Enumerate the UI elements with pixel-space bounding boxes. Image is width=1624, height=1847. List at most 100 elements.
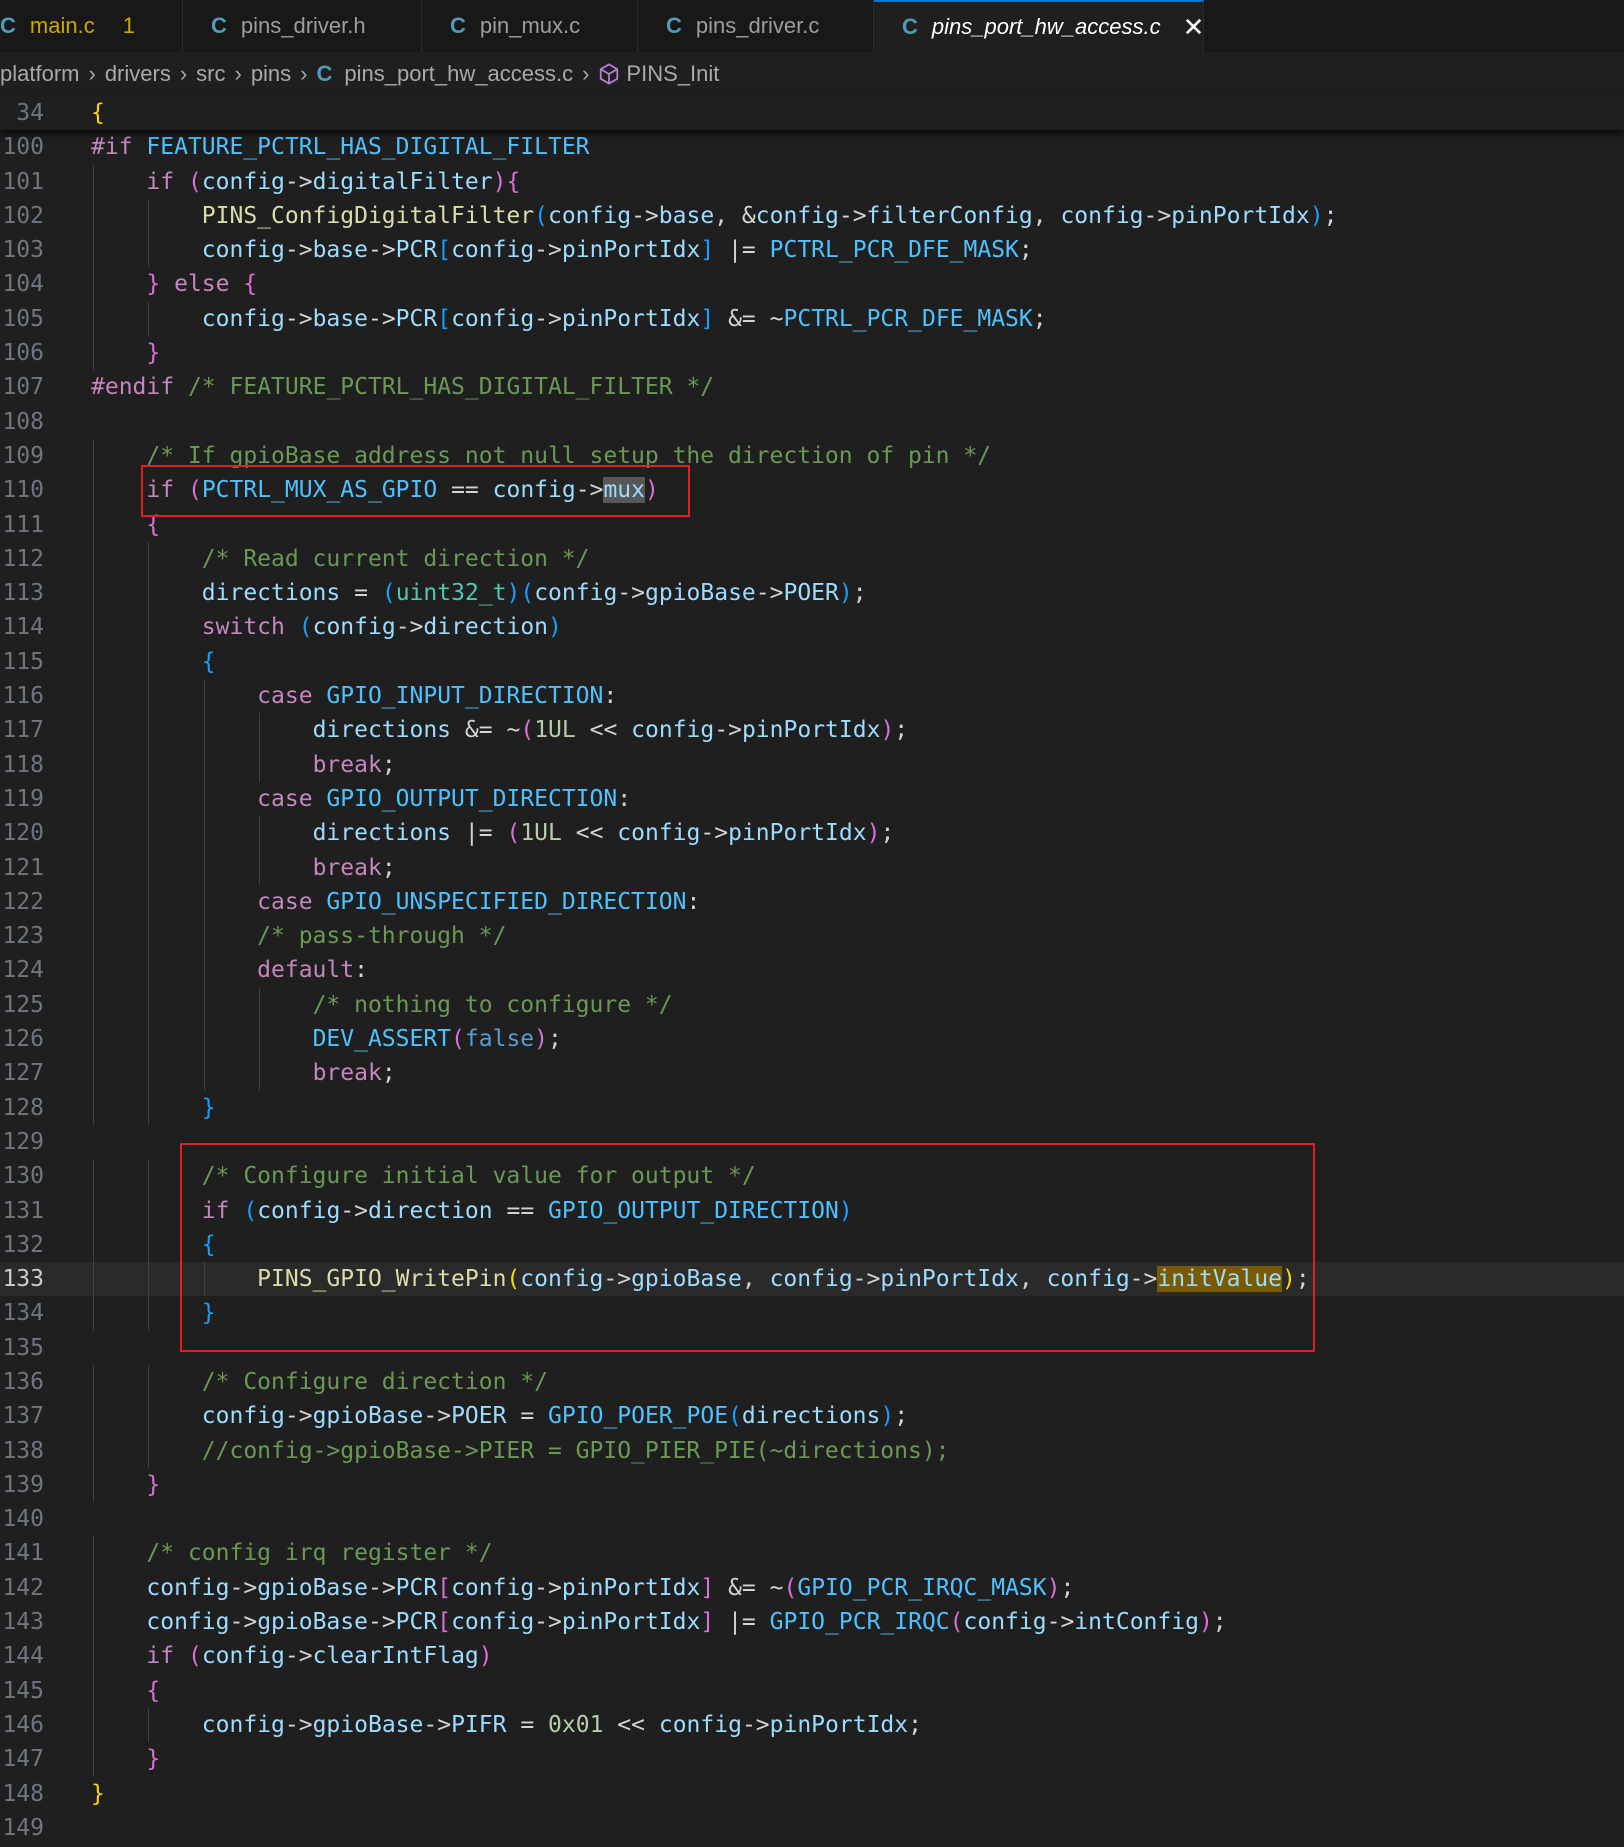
code-line[interactable]: 133 PINS_GPIO_WritePin(config->gpioBase,… — [0, 1262, 1624, 1297]
code-line[interactable]: 103 config->base->PCR[config->pinPortIdx… — [0, 233, 1624, 268]
code-line[interactable]: 146 config->gpioBase->PIFR = 0x01 << con… — [0, 1707, 1624, 1743]
line-number: 123 — [2, 923, 44, 950]
breadcrumb-item-symbol[interactable]: PINS_Init — [598, 61, 719, 87]
code-line[interactable]: 120 directions |= (1UL << config->pinPor… — [0, 816, 1624, 851]
code-line[interactable]: 130 /* Configure initial value for outpu… — [0, 1159, 1624, 1194]
code-text: /* Read current direction */ — [201, 545, 590, 572]
code-line[interactable]: 112 /* Read current direction */ — [0, 541, 1624, 577]
c-file-icon: C — [450, 13, 466, 38]
code-text: { — [146, 1677, 161, 1704]
line-number: 136 — [2, 1368, 44, 1395]
tab-pins-driver-h[interactable]: C pins_driver.h — [183, 0, 422, 52]
breadcrumb-item-platform[interactable]: platform — [0, 61, 79, 87]
code-line[interactable]: 125 /* nothing to configure */ — [0, 987, 1624, 1023]
code-line[interactable]: 145 { — [0, 1673, 1624, 1708]
code-line[interactable]: 116 case GPIO_INPUT_DIRECTION: — [0, 679, 1624, 714]
c-file-icon: C — [211, 13, 227, 38]
code-line[interactable]: 148} — [0, 1777, 1624, 1811]
code-line[interactable]: 136 /* Configure direction */ — [0, 1364, 1624, 1400]
code-line[interactable]: 134 } — [0, 1296, 1624, 1331]
code-line[interactable]: 147 } — [0, 1742, 1624, 1777]
code-line[interactable]: 128 } — [0, 1090, 1624, 1125]
line-number: 135 — [2, 1334, 44, 1361]
code-line[interactable]: 121 break; — [0, 850, 1624, 885]
code-line[interactable]: 139 } — [0, 1467, 1624, 1503]
code-line[interactable]: 104 } else { — [0, 267, 1624, 302]
code-line[interactable]: 100 #if FEATURE_PCTRL_HAS_DIGITAL_FILTER — [0, 130, 1624, 164]
code-line[interactable]: 142 config->gpioBase->PCR[config->pinPor… — [0, 1570, 1624, 1606]
code-text: } — [146, 1746, 161, 1773]
code-text: { — [91, 100, 105, 126]
code-line[interactable]: 107 #endif /* FEATURE_PCTRL_HAS_DIGITAL_F… — [0, 370, 1624, 404]
code-text: /* nothing to configure */ — [312, 991, 673, 1018]
code-line[interactable]: 109 /* If gpioBase address not null setu… — [0, 438, 1624, 474]
code-line[interactable]: 110 if (PCTRL_MUX_AS_GPIO == config->mux… — [0, 473, 1624, 508]
code-line[interactable]: 132 { — [0, 1227, 1624, 1263]
tab-pins-port-hw-access-c[interactable]: C pins_port_hw_access.c ✕ — [874, 0, 1204, 52]
code-text: if (config->clearIntFlag) — [146, 1643, 493, 1670]
code-line[interactable]: 106 } — [0, 336, 1624, 371]
tab-main-c[interactable]: C main.c 1 — [0, 0, 183, 52]
line-number: 126 — [2, 1026, 44, 1053]
breadcrumb-item-src[interactable]: src — [196, 61, 225, 87]
code-line[interactable]: 127 break; — [0, 1056, 1624, 1091]
code-line[interactable]: 113 directions = (uint32_t)(config->gpio… — [0, 576, 1624, 611]
line-number: 34 — [16, 100, 44, 126]
line-number: 149 — [2, 1814, 44, 1841]
code-line[interactable]: 119 case GPIO_OUTPUT_DIRECTION: — [0, 781, 1624, 817]
c-file-icon: C — [0, 13, 16, 38]
close-icon[interactable]: ✕ — [1183, 12, 1205, 43]
code-line[interactable]: 117 directions &= ~(1UL << config->pinPo… — [0, 713, 1624, 748]
line-number: 142 — [2, 1574, 44, 1601]
line-number: 107 — [2, 374, 44, 401]
code-line[interactable]: 115 { — [0, 644, 1624, 680]
breadcrumb-item-drivers[interactable]: drivers — [105, 61, 171, 87]
line-number: 138 — [2, 1437, 44, 1464]
code-line[interactable]: 135 — [0, 1331, 1624, 1365]
code-line[interactable]: 118 break; — [0, 747, 1624, 782]
tab-pin-mux-c[interactable]: C pin_mux.c — [422, 0, 638, 52]
code-line[interactable]: 141 /* config irq register */ — [0, 1536, 1624, 1571]
code-line[interactable]: 123 /* pass-through */ — [0, 919, 1624, 954]
line-number: 106 — [2, 340, 44, 367]
code-text: if (PCTRL_MUX_AS_GPIO == config->mux) — [146, 477, 659, 504]
code-line[interactable]: 108 — [0, 405, 1624, 439]
line-number: 143 — [2, 1609, 44, 1636]
code-line[interactable]: 149 — [0, 1811, 1624, 1845]
code-line[interactable]: 124 default: — [0, 953, 1624, 988]
tab-pins-driver-c[interactable]: C pins_driver.c — [638, 0, 874, 52]
line-number: 134 — [2, 1300, 44, 1327]
code-line[interactable]: 101 if (config->digitalFilter){ — [0, 164, 1624, 199]
code-line[interactable]: 137 config->gpioBase->POER = GPIO_POER_P… — [0, 1399, 1624, 1434]
code-text: } — [201, 1094, 216, 1121]
line-number: 124 — [2, 957, 44, 984]
code-line[interactable]: 105 config->base->PCR[config->pinPortIdx… — [0, 301, 1624, 337]
code-line[interactable]: 144 if (config->clearIntFlag) — [0, 1639, 1624, 1674]
code-line[interactable]: 126 DEV_ASSERT(false); — [0, 1022, 1624, 1057]
breadcrumb-item-pins[interactable]: pins — [251, 61, 291, 87]
code-line[interactable]: 143 config->gpioBase->PCR[config->pinPor… — [0, 1605, 1624, 1640]
line-number: 125 — [2, 991, 44, 1018]
code-text: /* pass-through */ — [257, 923, 507, 950]
method-cube-icon — [600, 63, 619, 85]
code-text: /* Configure initial value for output */ — [201, 1163, 756, 1190]
code-text: directions = (uint32_t)(config->gpioBase… — [201, 580, 867, 607]
line-number: 146 — [2, 1711, 44, 1738]
code-line[interactable]: 102 PINS_ConfigDigitalFilter(config->bas… — [0, 198, 1624, 234]
problems-badge: 1 — [122, 13, 135, 38]
sticky-scroll-line[interactable]: 34 { — [0, 96, 1624, 130]
line-number: 130 — [2, 1163, 44, 1190]
code-line[interactable]: 122 case GPIO_UNSPECIFIED_DIRECTION: — [0, 884, 1624, 920]
line-number: 132 — [2, 1231, 44, 1258]
code-text: } else { — [146, 271, 258, 298]
c-file-icon: C — [902, 14, 918, 39]
code-line[interactable]: 131 if (config->direction == GPIO_OUTPUT… — [0, 1193, 1624, 1228]
breadcrumb-item-file[interactable]: C pins_port_hw_access.c — [317, 61, 574, 87]
code-editor[interactable]: 34 {100 #if FEATURE_PCTRL_HAS_DIGITAL_FILT… — [0, 96, 1624, 1845]
code-line[interactable]: 111 { — [0, 507, 1624, 542]
code-line[interactable]: 138 //config->gpioBase->PIER = GPIO_PIER… — [0, 1433, 1624, 1468]
code-line[interactable]: 114 switch (config->direction) — [0, 610, 1624, 645]
line-number: 140 — [2, 1506, 44, 1533]
code-line[interactable]: 129 — [0, 1125, 1624, 1159]
code-line[interactable]: 140 — [0, 1502, 1624, 1536]
